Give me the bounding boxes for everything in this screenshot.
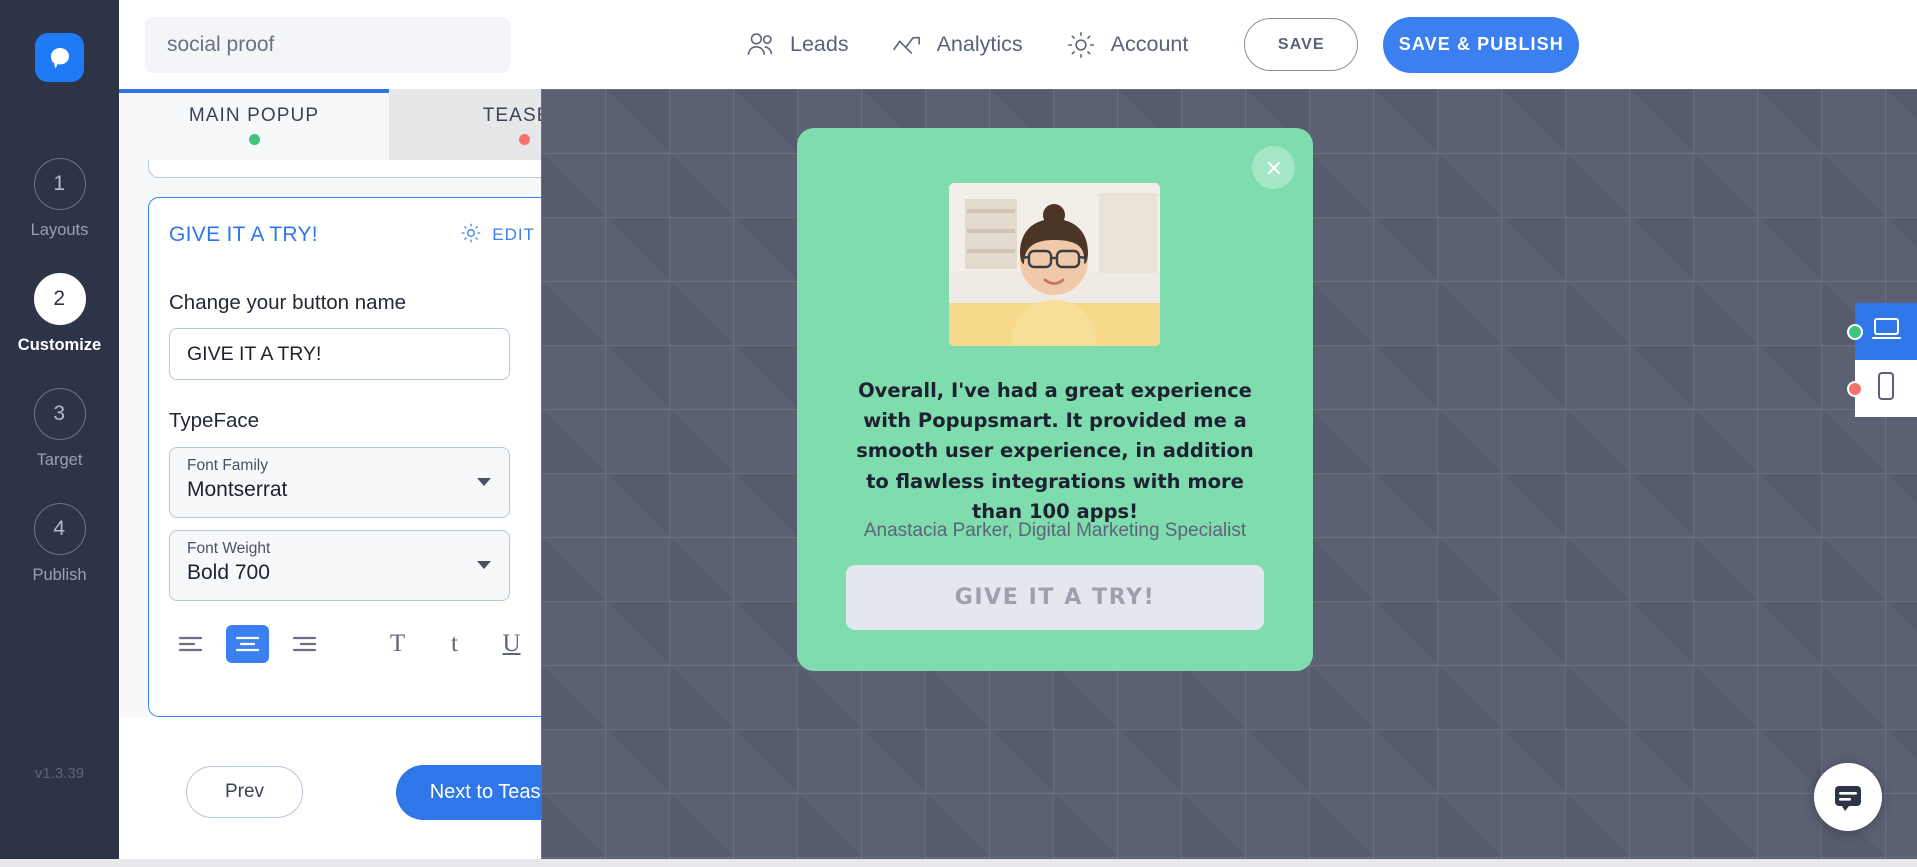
underline-icon[interactable]: U xyxy=(490,625,533,663)
align-right-icon[interactable] xyxy=(283,625,326,663)
nav-item-analytics[interactable]: Analytics xyxy=(890,28,1023,62)
step-number: 3 xyxy=(33,388,86,440)
card-title: GIVE IT A TRY! xyxy=(169,223,318,246)
lowercase-icon[interactable]: t xyxy=(433,625,476,663)
step-list: 1 Layouts 2 Customize 3 Target 4 Publish xyxy=(0,158,119,618)
step-number: 1 xyxy=(33,158,86,210)
tab-status-dot xyxy=(518,133,530,145)
device-mobile-button[interactable] xyxy=(1847,360,1917,417)
edit-button[interactable]: EDIT xyxy=(459,221,535,250)
save-and-publish-button[interactable]: SAVE & PUBLISH xyxy=(1383,16,1580,73)
button-name-input[interactable] xyxy=(169,328,510,380)
font-family-label: Font Family xyxy=(187,457,268,474)
testimonial-photo xyxy=(949,183,1160,346)
step-label: Layouts xyxy=(30,221,89,239)
typeface-label: TypeFace xyxy=(169,409,260,432)
top-nav: Leads Analytics Account xyxy=(743,28,1188,62)
nav-item-label: Leads xyxy=(790,32,849,56)
step-label: Customize xyxy=(17,336,102,354)
sidebar-step-target[interactable]: 3 Target xyxy=(0,388,119,470)
device-switch xyxy=(1847,303,1917,417)
font-family-select[interactable]: Font Family Montserrat xyxy=(169,447,510,518)
chevron-down-icon xyxy=(477,478,491,486)
popup-builder-app: 1 Layouts 2 Customize 3 Target 4 Publish… xyxy=(0,0,1917,867)
desktop-status-dot xyxy=(1847,323,1863,340)
bottom-strip xyxy=(0,859,1917,867)
popup-cta-button[interactable]: GIVE IT A TRY! xyxy=(846,565,1264,630)
nav-item-label: Account xyxy=(1110,32,1189,56)
popup-preview: Overall, I've had a great experience wit… xyxy=(797,128,1313,671)
device-desktop-button[interactable] xyxy=(1847,303,1917,360)
search-input[interactable] xyxy=(145,16,510,73)
popupsmart-logo-icon[interactable] xyxy=(35,33,84,82)
tab-label: MAIN POPUP xyxy=(188,104,320,126)
collapsed-card-above[interactable] xyxy=(148,160,556,178)
testimonial-author: Anastacia Parker, Digital Marketing Spec… xyxy=(863,520,1247,541)
button-settings-card: GIVE IT A TRY! EDIT Change your button n… xyxy=(148,197,556,717)
sidebar-step-layouts[interactable]: 1 Layouts xyxy=(0,158,119,240)
nav-item-leads[interactable]: Leads xyxy=(743,28,849,62)
step-number: 4 xyxy=(33,503,86,555)
top-bar: Leads Analytics Account xyxy=(119,0,1917,89)
step-number: 2 xyxy=(33,273,86,325)
font-weight-value: Bold 700 xyxy=(187,561,270,584)
nav-item-label: Analytics xyxy=(936,32,1023,56)
close-icon[interactable] xyxy=(1252,146,1295,189)
version-label: v1.3.39 xyxy=(34,765,85,782)
prev-button[interactable]: Prev xyxy=(186,766,303,818)
text-format-toolbar: T t U xyxy=(169,625,535,663)
gear-icon xyxy=(1064,28,1098,62)
card-header: GIVE IT A TRY! EDIT xyxy=(169,220,535,250)
button-name-label: Change your button name xyxy=(169,291,407,314)
step-label: Target xyxy=(36,451,83,469)
save-button[interactable]: SAVE xyxy=(1244,18,1359,71)
gear-icon xyxy=(459,221,483,250)
chat-icon[interactable] xyxy=(1814,763,1882,831)
chevron-down-icon xyxy=(477,561,491,569)
mobile-icon xyxy=(1876,371,1896,406)
nav-item-account[interactable]: Account xyxy=(1064,28,1189,62)
tab-main-popup[interactable]: MAIN POPUP xyxy=(119,89,389,160)
top-bar-actions: SAVE SAVE & PUBLISH xyxy=(1244,16,1580,73)
edit-label: EDIT xyxy=(492,225,535,244)
sidebar-step-publish[interactable]: 4 Publish xyxy=(0,503,119,585)
testimonial-quote: Overall, I've had a great experience wit… xyxy=(856,379,1254,523)
font-weight-label: Font Weight xyxy=(187,540,271,557)
tab-status-dot xyxy=(248,133,260,145)
font-weight-select[interactable]: Font Weight Bold 700 xyxy=(169,530,510,601)
step-label: Publish xyxy=(32,566,87,584)
desktop-icon xyxy=(1871,316,1902,347)
left-rail: 1 Layouts 2 Customize 3 Target 4 Publish… xyxy=(0,0,119,867)
people-icon xyxy=(743,28,777,62)
font-family-value: Montserrat xyxy=(187,478,288,501)
mobile-status-dot xyxy=(1847,380,1863,397)
preview-canvas: Overall, I've had a great experience wit… xyxy=(541,89,1917,867)
align-left-icon[interactable] xyxy=(169,625,212,663)
chart-line-icon xyxy=(890,28,924,62)
align-center-icon[interactable] xyxy=(226,625,269,663)
uppercase-icon[interactable]: T xyxy=(376,625,419,663)
sidebar-step-customize[interactable]: 2 Customize xyxy=(0,273,119,355)
